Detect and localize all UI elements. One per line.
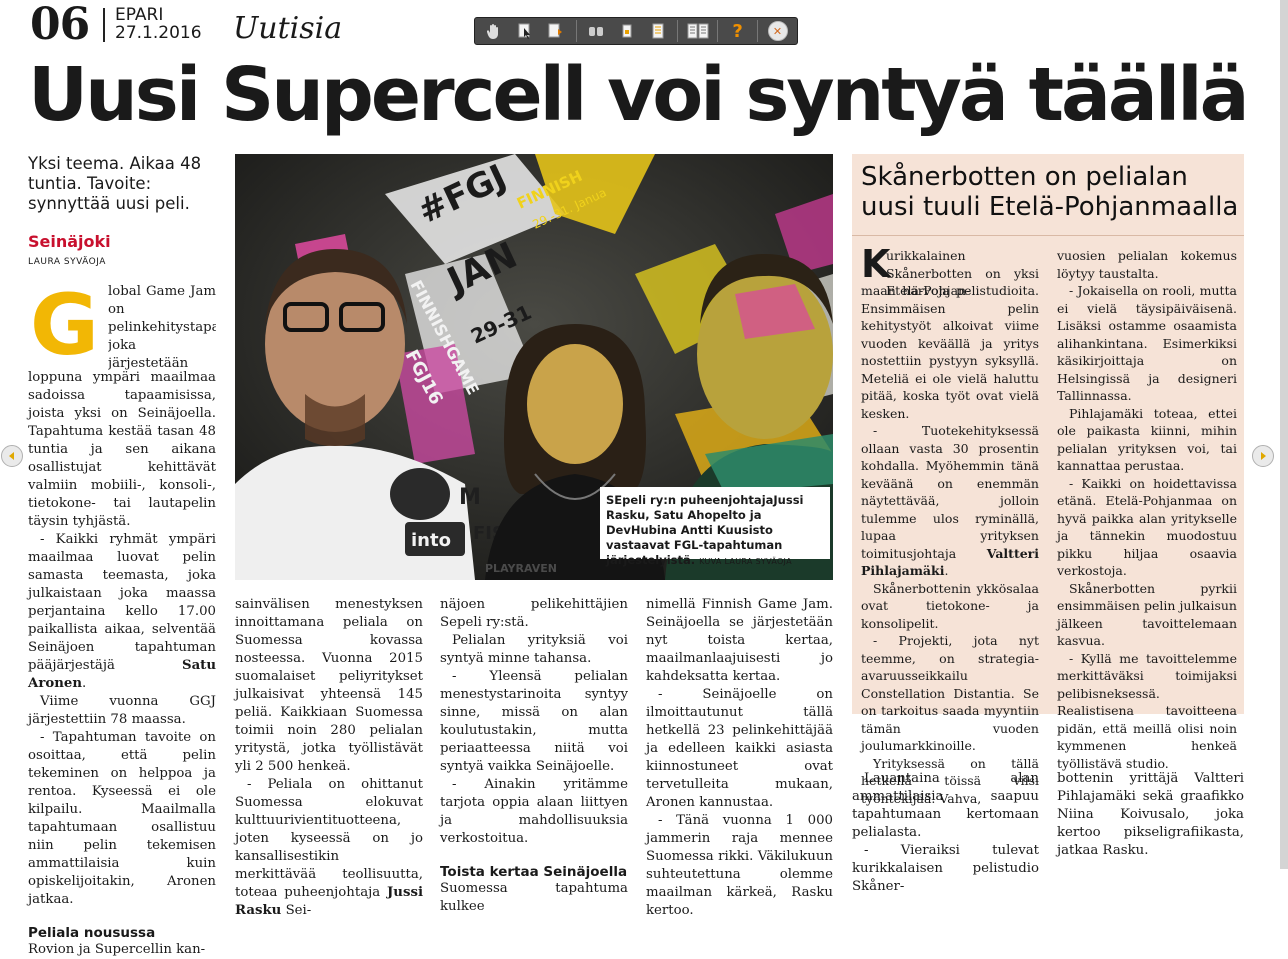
- arrow-right-icon: [1261, 452, 1266, 460]
- article-paragraph: - Tuotekehityksessä ollaan vasta 30 pros…: [861, 423, 1039, 578]
- help-icon[interactable]: ?: [725, 20, 750, 42]
- article-paragraph: - Peliala on ohittanut Suomessa elokuvat…: [235, 777, 423, 918]
- issue-date: 27.1.2016: [115, 23, 202, 43]
- toolbar-separator: [717, 20, 719, 42]
- viewer-toolbar: ? ✕: [474, 17, 798, 45]
- photo-caption: SEpeli ry:n puheenjohtajaJussi Rasku, Sa…: [600, 487, 830, 567]
- corner-text: PLAYRAVEN: [485, 562, 557, 575]
- article-paragraph: vuosien pelialan kokemus löytyy taustalt…: [1057, 248, 1237, 281]
- col1-first-lines: lobal Game Jam on pelinkehitystapahtuma,…: [108, 283, 216, 373]
- dateline: Seinäjoki: [28, 232, 111, 251]
- subheading: Peliala nousussa: [28, 925, 156, 941]
- sidebar-column-1: maan harvoja pelistudioita. Ensimmäisen …: [861, 282, 1039, 807]
- article-paragraph: - Yleensä pelialan menestystarinoita syn…: [440, 669, 628, 774]
- page-number: 06: [30, 0, 90, 50]
- lead-text: Yksi teema. Aikaa 48 tuntia. Tavoite: sy…: [28, 154, 202, 213]
- scrollbar[interactable]: [1280, 0, 1288, 869]
- previous-page-button[interactable]: [1, 445, 23, 467]
- article-paragraph: Skånerbottenin ykkösalaa ovat tietokone-…: [861, 580, 1039, 631]
- zoom-icon[interactable]: [584, 20, 609, 42]
- article-paragraph: - Kaikki ryhmät ympäri maailmaa luovat p…: [28, 532, 216, 691]
- toolbar-separator: [757, 20, 759, 42]
- photo-credit: KUVA LAURA SYVÄOJA: [699, 557, 792, 566]
- article-paragraph: - Tänä vuonna 1 000 jammerin raja mennee…: [646, 813, 833, 918]
- article-paragraph: Lauantaina alan ammattilaisia saapuu tap…: [852, 771, 1039, 840]
- article-paragraph: - Ainakin yritämme tarjota oppia alaan l…: [440, 777, 628, 846]
- article-column-4: nimellä Finnish Game Jam. Seinäjoella se…: [646, 596, 833, 920]
- article-paragraph: - Kyllä me tavoittelemme merkittäväksi t…: [1057, 650, 1237, 771]
- next-page-button[interactable]: [1252, 445, 1274, 467]
- shirt-text: M: [459, 485, 481, 510]
- article-paragraph: Rovion ja Supercellin kan-: [28, 942, 206, 957]
- article-paragraph: Pihlajamäki toteaa, ettei ole paikasta k…: [1057, 405, 1237, 474]
- article-paragraph: - Seinäjoelle on ilmoittautunut tällä he…: [646, 687, 833, 810]
- article-paragraph: - Kaikki on hoidettavissa etänä. Etelä-P…: [1057, 475, 1237, 579]
- arrow-left-icon: [9, 452, 14, 460]
- byline: LAURA SYVÄOJA: [28, 257, 106, 267]
- subheading: Toista kertaa Seinäjoella: [440, 864, 628, 880]
- pointer-icon[interactable]: [513, 20, 538, 42]
- drop-cap: G: [30, 276, 99, 374]
- double-page-icon[interactable]: [685, 20, 710, 42]
- article-paragraph: bottenin yrittäjä Valtteri Pihlajamäki s…: [1057, 771, 1244, 858]
- article-paragraph: Skånerbotten pyrkii ensimmäisen pelin ju…: [1057, 580, 1237, 649]
- section-name: Uutisia: [233, 11, 343, 46]
- sidebar-title: Skånerbotten on pelialan uusi tuuli Etel…: [861, 162, 1239, 222]
- article-paragraph: maan harvoja pelistudioita. Ensimmäisen …: [861, 283, 1039, 421]
- toolbar-separator: [575, 20, 577, 42]
- article-column-6: bottenin yrittäjä Valtteri Pihlajamäki s…: [1057, 770, 1244, 860]
- caption-text: SEpeli ry:n puheenjohtajaJussi Rasku, Sa…: [606, 493, 804, 567]
- article-column-5: Lauantaina alan ammattilaisia saapuu tap…: [852, 770, 1039, 896]
- header-divider: [103, 8, 105, 42]
- article-column-1: loppuna ympäri maailmaa sadoissa tapaami…: [28, 369, 216, 959]
- article-paragraph: lobal Game Jam on pelinkehitystapahtuma,…: [108, 284, 216, 371]
- article-paragraph: Viime vuonna GGJ järjestettiin 78 maassa…: [28, 694, 216, 727]
- article-paragraph: - Projekti, jota nyt teemme, on strategi…: [861, 633, 1039, 753]
- article-paragraph: nimellä Finnish Game Jam. Seinäjoella se…: [646, 597, 833, 684]
- close-icon[interactable]: ✕: [765, 20, 790, 42]
- article-paragraph: loppuna ympäri maailmaa sadoissa tapaami…: [28, 370, 216, 529]
- single-page-icon[interactable]: [615, 20, 640, 42]
- paper-name: EPARI: [115, 5, 164, 25]
- article-column-2: sainvälisen menestyksen innoittamana pel…: [235, 596, 423, 920]
- article-paragraph: Suomessa tapahtuma kulkee: [440, 881, 628, 914]
- hand-tool-icon[interactable]: [482, 20, 507, 42]
- article-paragraph: näjoen pelikehittäjien Sepeli ry:stä.: [440, 597, 628, 630]
- page-turn-icon[interactable]: [544, 20, 569, 42]
- article-paragraph: - Jokaisella on rooli, mutta ei vielä tä…: [1057, 283, 1237, 403]
- shirt-logo: into: [411, 530, 451, 551]
- article-paragraph: - Tapahtuman tavoite on osoittaa, että p…: [28, 730, 216, 907]
- article-paragraph: sainvälisen menestyksen innoittamana pel…: [235, 597, 423, 774]
- sidebar-divider: [852, 235, 1244, 236]
- toolbar-separator: [677, 20, 679, 42]
- article-paragraph: Pelialan yrityksiä voi syntyä minne taha…: [440, 633, 628, 666]
- sidebar-column-2: vuosien pelialan kokemus löytyy taustalt…: [1057, 247, 1237, 772]
- headline: Uusi Supercell voi syntyä täällä: [28, 52, 1250, 138]
- article-column-3: näjoen pelikehittäjien Sepeli ry:stä. Pe…: [440, 596, 628, 916]
- article-paragraph: - Vieraiksi tulevat kurikkalaisen pelist…: [852, 843, 1039, 894]
- page-view-icon[interactable]: [645, 20, 670, 42]
